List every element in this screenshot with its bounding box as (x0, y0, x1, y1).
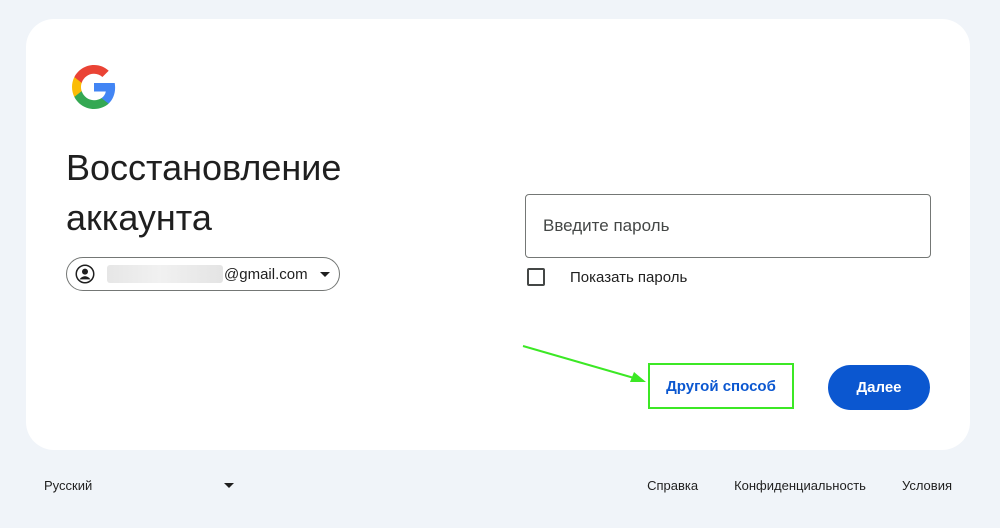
footer-link-terms[interactable]: Условия (902, 478, 952, 493)
password-input[interactable] (525, 194, 931, 258)
google-logo (72, 65, 116, 109)
account-chip[interactable]: @gmail.com (66, 257, 340, 291)
footer-link-help[interactable]: Справка (647, 478, 698, 493)
language-label: Русский (44, 478, 93, 493)
show-password-label: Показать пароль (570, 268, 688, 286)
language-selector[interactable]: Русский (44, 478, 234, 493)
page-title: Восстановление аккаунта (66, 147, 342, 238)
blurred-email-username (107, 265, 223, 283)
next-button[interactable]: Далее (828, 365, 930, 410)
caret-down-icon (224, 483, 234, 488)
email-domain: @gmail.com (224, 265, 308, 283)
try-another-way-button[interactable]: Другой способ (650, 365, 792, 407)
show-password-checkbox[interactable] (527, 268, 545, 286)
account-circle-icon (75, 264, 95, 284)
caret-down-icon (319, 271, 330, 277)
footer-link-privacy[interactable]: Конфиденциальность (734, 478, 866, 493)
footer-links: Справка Конфиденциальность Условия (611, 478, 952, 493)
signin-card: Восстановление аккаунта @gmail.com Показ… (26, 19, 970, 450)
show-password-row[interactable]: Показать пароль (527, 268, 687, 286)
highlight-box: Другой способ (648, 363, 794, 409)
